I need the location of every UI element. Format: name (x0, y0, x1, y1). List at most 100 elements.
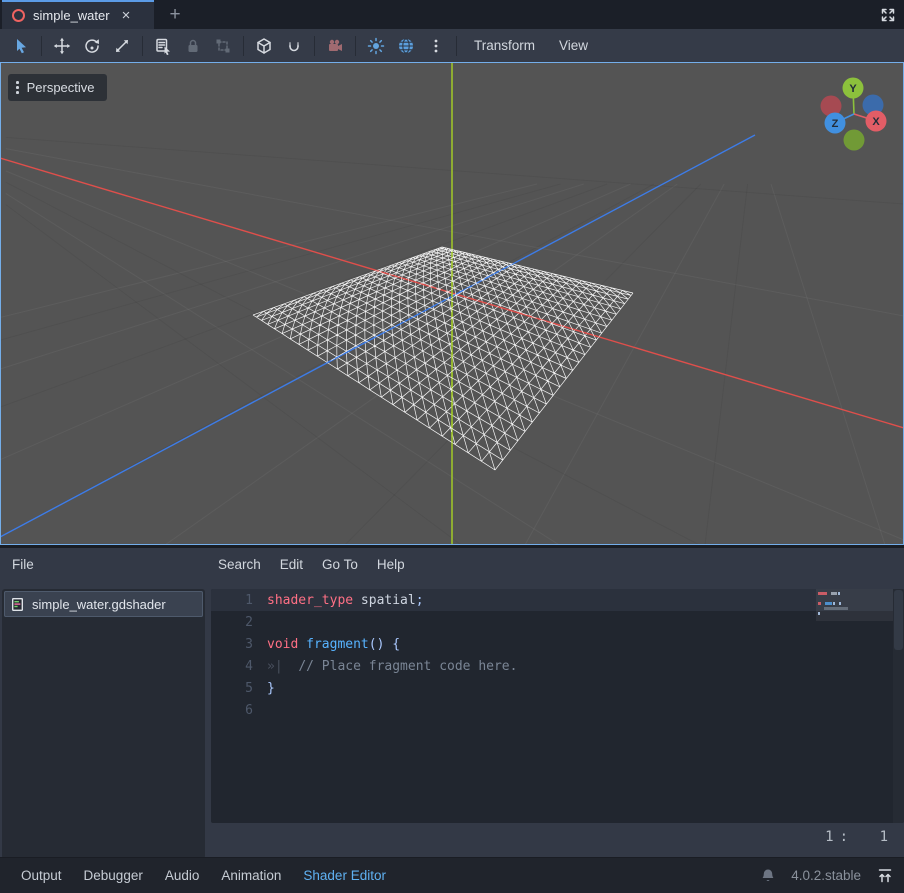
scene-tab-label: simple_water (33, 8, 110, 23)
gizmo-axis-y[interactable]: Y (843, 78, 864, 99)
view-menu[interactable]: View (547, 32, 600, 59)
more-options-dots-icon (427, 37, 445, 55)
group-icon (214, 37, 232, 55)
code-text: »| // Place fragment code here. (267, 659, 517, 674)
mesh-options-button[interactable] (249, 32, 279, 59)
expand-arrows-icon (878, 5, 898, 25)
gizmo-axis-neg-y[interactable] (844, 130, 865, 151)
scene-tab-simple-water[interactable]: simple_water × (2, 0, 154, 29)
bottom-panel-bar: OutputDebuggerAudioAnimationShader Edito… (0, 857, 904, 893)
select-tool-button[interactable] (6, 32, 36, 59)
cursor-column: 1 (854, 829, 888, 845)
file-item[interactable]: simple_water.gdshader (4, 591, 203, 617)
perspective-label: Perspective (27, 80, 95, 95)
move-tool-button[interactable] (47, 32, 77, 59)
line-number[interactable]: 6 (211, 703, 267, 718)
edit-menu[interactable]: Edit (280, 557, 303, 572)
snap-toggle-button[interactable] (279, 32, 309, 59)
shader-editor-panel: File Search Edit Go To Help simple_water… (0, 545, 904, 857)
rotate-icon (83, 37, 101, 55)
gizmo-axis-x[interactable]: X (866, 111, 887, 132)
transform-menu[interactable]: Transform (462, 32, 547, 59)
ungroup-selected-button[interactable] (208, 32, 238, 59)
3d-scene-canvas[interactable] (0, 62, 904, 545)
shader-file-icon (10, 597, 25, 612)
environment-globe-icon (397, 37, 415, 55)
view-options-button[interactable] (421, 32, 451, 59)
magnet-snap-icon (285, 37, 303, 55)
close-tab-icon[interactable]: × (122, 8, 131, 23)
expand-bottom-panel-icon[interactable] (876, 867, 894, 885)
search-menu[interactable]: Search (218, 557, 261, 572)
sun-icon (367, 37, 385, 55)
bottom-panel-audio[interactable]: Audio (154, 858, 211, 893)
svg-text:X: X (872, 116, 880, 128)
new-scene-tab-button[interactable]: + (163, 3, 187, 27)
code-line[interactable]: 1shader_type spatial; (211, 589, 904, 611)
toolbar-separator (142, 36, 143, 56)
list-select-icon (154, 37, 172, 55)
toggle-fullscreen-button[interactable] (878, 5, 898, 25)
file-item-label: simple_water.gdshader (32, 597, 166, 612)
code-text: shader_type spatial; (267, 593, 424, 608)
bottom-panel-debugger[interactable]: Debugger (73, 858, 154, 893)
code-area: 1shader_type spatial;23void fragment() {… (211, 589, 904, 721)
bottom-panel-shader-editor[interactable]: Shader Editor (292, 858, 397, 893)
cursor-position-indicator: 1 : 1 (808, 829, 888, 845)
3d-viewport[interactable]: Perspective Y Z X (0, 62, 904, 545)
code-minimap[interactable] (816, 589, 893, 823)
toolbar-separator (41, 36, 42, 56)
bottom-panel-animation[interactable]: Animation (210, 858, 292, 893)
cursor-colon: : (840, 829, 848, 845)
rotate-tool-button[interactable] (77, 32, 107, 59)
gizmo-axis-z[interactable]: Z (825, 113, 846, 134)
spatial-toolbar: Transform View (0, 29, 904, 62)
toolbar-separator (456, 36, 457, 56)
line-number[interactable]: 5 (211, 681, 267, 696)
code-text: } (267, 681, 275, 696)
scale-icon (113, 37, 131, 55)
list-select-tool-button[interactable] (148, 32, 178, 59)
move-icon (53, 37, 71, 55)
line-number[interactable]: 4 (211, 659, 267, 674)
bottom-panel-output[interactable]: Output (10, 858, 73, 893)
mesh-cube-icon (255, 37, 273, 55)
cursor-line: 1 (808, 829, 834, 845)
goto-menu[interactable]: Go To (322, 557, 358, 572)
editor-scrollbar[interactable] (893, 589, 904, 823)
code-text: void fragment() { (267, 637, 400, 652)
code-line[interactable]: 4»| // Place fragment code here. (211, 655, 904, 677)
lock-selected-button[interactable] (178, 32, 208, 59)
toolbar-separator (314, 36, 315, 56)
perspective-menu-button[interactable]: Perspective (8, 74, 107, 101)
scene-icon (12, 9, 25, 22)
line-number[interactable]: 1 (211, 593, 267, 608)
toolbar-separator (243, 36, 244, 56)
sun-settings-button[interactable] (361, 32, 391, 59)
environment-settings-button[interactable] (391, 32, 421, 59)
select-arrow-icon (12, 37, 30, 55)
code-line[interactable]: 6 (211, 699, 904, 721)
view-axis-gizmo[interactable]: Y Z X (804, 74, 898, 154)
file-menu[interactable]: File (12, 557, 34, 572)
svg-text:Y: Y (849, 83, 857, 95)
lock-icon (184, 37, 202, 55)
notification-bell-icon[interactable] (760, 868, 776, 884)
camera-icon (326, 37, 344, 55)
camera-preview-toggle[interactable] (320, 32, 350, 59)
version-label: 4.0.2.stable (791, 868, 861, 883)
code-line[interactable]: 3void fragment() { (211, 633, 904, 655)
editor-menu-bar: Search Edit Go To Help (218, 557, 405, 572)
viewport-menu-dots-icon (16, 81, 19, 94)
help-menu[interactable]: Help (377, 557, 405, 572)
shader-file-list: simple_water.gdshader (2, 589, 205, 859)
svg-text:Z: Z (832, 118, 839, 130)
shader-code-editor[interactable]: 1shader_type spatial;23void fragment() {… (211, 589, 904, 823)
toolbar-separator (355, 36, 356, 56)
scale-tool-button[interactable] (107, 32, 137, 59)
line-number[interactable]: 3 (211, 637, 267, 652)
code-line[interactable]: 5} (211, 677, 904, 699)
godot-editor-window: simple_water × + (0, 0, 904, 893)
line-number[interactable]: 2 (211, 615, 267, 630)
code-line[interactable]: 2 (211, 611, 904, 633)
